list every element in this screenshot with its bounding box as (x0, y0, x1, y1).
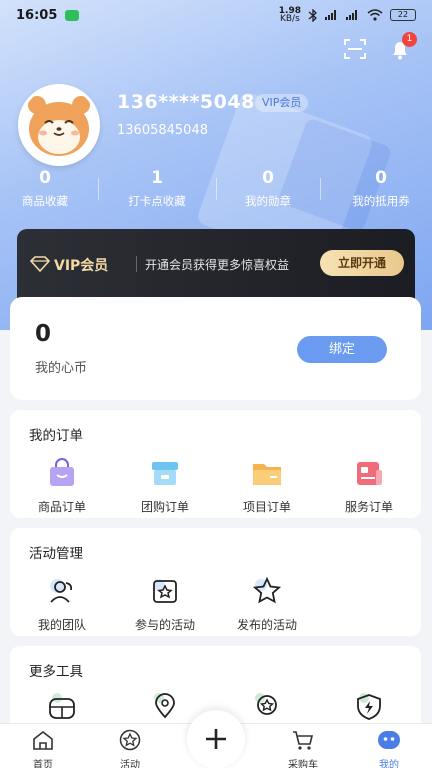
username: 136****5048 (117, 91, 255, 113)
wechat-notification-icon (65, 9, 80, 21)
activity-item-my-team[interactable]: 我的团队 (12, 576, 112, 633)
stat-label: 我的勋章 (245, 194, 291, 208)
battery-icon: 22 (390, 9, 416, 21)
activity-item-label: 我的团队 (37, 618, 86, 632)
stat-divider (98, 178, 99, 200)
signal-icon (325, 10, 339, 20)
phone-number: 13605845048 (117, 123, 208, 138)
star-frame-icon (153, 579, 177, 603)
medal-icon (255, 693, 277, 715)
stat-label: 我的抵用券 (352, 194, 410, 208)
plus-icon (206, 729, 226, 749)
stat-vouchers[interactable]: 0 我的抵用券 (336, 168, 426, 209)
avatar[interactable] (18, 84, 100, 166)
wifi-icon (367, 9, 383, 21)
folder-icon (253, 464, 281, 485)
notification-badge: 1 (402, 32, 417, 47)
network-speed: 1.98 KB/s (279, 7, 301, 24)
order-item-products[interactable]: 商品订单 (12, 458, 112, 515)
activity-item-joined[interactable]: 参与的活动 (115, 576, 215, 633)
vip-banner[interactable]: VIP会员 开通会员获得更多惊喜权益 立即开通 (17, 229, 415, 301)
stat-value: 1 (151, 168, 163, 188)
activity-item-label: 发布的活动 (236, 618, 297, 632)
order-item-label: 项目订单 (242, 500, 291, 514)
coin-card: 0 我的心币 绑定 (10, 297, 421, 400)
order-item-projects[interactable]: 项目订单 (217, 458, 317, 515)
vip-banner-description: 开通会员获得更多惊喜权益 (145, 258, 290, 272)
order-item-label: 团购订单 (140, 500, 189, 514)
activities-card: 活动管理 我的团队 参与的活动 发布的活动 (10, 528, 421, 636)
status-time: 16:05 (16, 7, 58, 23)
order-item-services[interactable]: 服务订单 (319, 458, 419, 515)
orders-card: 我的订单 商品订单 团购订单 项目订单 服务订单 (10, 410, 421, 518)
stat-divider (216, 178, 217, 200)
tab-mine[interactable]: 我的 (354, 729, 424, 768)
stat-value: 0 (375, 168, 387, 188)
stat-value: 0 (262, 168, 274, 188)
bluetooth-icon (308, 8, 317, 22)
stat-divider (320, 178, 321, 200)
diamond-icon (30, 256, 50, 272)
tool-item[interactable] (319, 692, 419, 726)
stat-label: 打卡点收藏 (128, 194, 186, 208)
section-title: 更多工具 (29, 664, 83, 680)
tab-activity[interactable]: 活动 (95, 729, 165, 768)
tab-label: 采购车 (288, 760, 318, 768)
stats-row: 0 商品收藏 1 打卡点收藏 0 我的勋章 0 我的抵用券 (0, 168, 432, 212)
stat-value: 0 (39, 168, 51, 188)
hamster-avatar-icon (21, 87, 97, 163)
cart-icon (293, 731, 314, 750)
store-icon (152, 462, 178, 485)
open-vip-button[interactable]: 立即开通 (320, 250, 404, 276)
tab-home[interactable]: 首页 (8, 729, 78, 768)
tab-label: 我的 (379, 760, 399, 768)
order-item-label: 服务订单 (344, 500, 393, 514)
tool-box-icon (49, 693, 75, 719)
activity-star-icon (119, 729, 141, 751)
coin-balance: 0 (35, 321, 52, 347)
bind-button[interactable]: 绑定 (297, 336, 387, 363)
section-title: 我的订单 (29, 428, 83, 444)
status-bar: 16:05 1.98 KB/s 22 (0, 0, 432, 30)
coin-label: 我的心币 (35, 361, 88, 376)
scan-icon[interactable] (343, 38, 367, 60)
tab-label: 首页 (33, 760, 53, 768)
stat-label: 商品收藏 (22, 194, 68, 208)
shopping-bag-icon (50, 458, 74, 486)
order-item-group-buy[interactable]: 团购订单 (115, 458, 215, 515)
divider (136, 256, 137, 272)
service-card-icon (357, 462, 382, 485)
network-speed-unit: KB/s (279, 14, 300, 24)
status-indicators: 1.98 KB/s 22 (279, 7, 416, 24)
stat-product-favorites[interactable]: 0 商品收藏 (2, 168, 88, 209)
profile-icon (378, 731, 400, 749)
team-icon (50, 579, 73, 603)
home-icon (33, 730, 53, 750)
add-button[interactable] (187, 710, 245, 768)
shield-bolt-icon (357, 693, 381, 720)
stat-medals[interactable]: 0 我的勋章 (228, 168, 308, 209)
order-item-label: 商品订单 (37, 500, 86, 514)
stat-checkin-favorites[interactable]: 1 打卡点收藏 (112, 168, 202, 209)
location-pin-icon (154, 693, 175, 719)
tab-cart[interactable]: 采购车 (268, 729, 338, 768)
activity-item-label: 参与的活动 (134, 618, 195, 632)
vip-badge: VIP会员 (255, 94, 309, 112)
vip-banner-title: VIP会员 (54, 258, 109, 274)
tab-label: 活动 (120, 760, 140, 768)
star-icon (252, 576, 282, 604)
signal-icon (346, 10, 360, 20)
section-title: 活动管理 (29, 546, 83, 562)
tool-item[interactable] (12, 692, 112, 726)
activity-item-published[interactable]: 发布的活动 (217, 576, 317, 633)
